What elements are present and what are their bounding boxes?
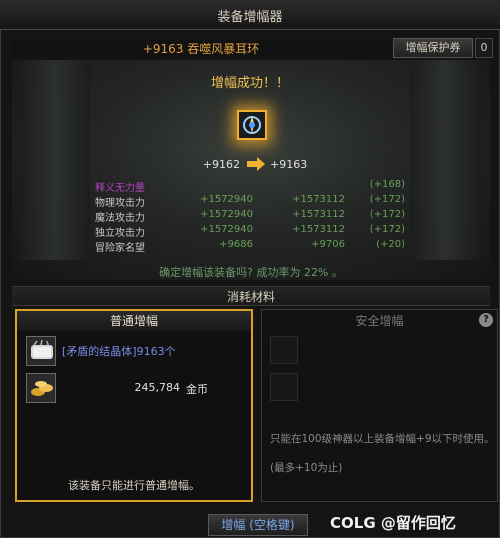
watermark: COLG @留作回忆 <box>330 514 456 532</box>
stat-new: +1573112 <box>292 194 345 205</box>
safe-upgrade-limit-note: (最多+10为止) <box>270 462 343 474</box>
empty-slot <box>270 336 298 364</box>
stat-row: 冒险家名望 +9686 +9706 (+20) <box>95 239 415 254</box>
crystal-icon <box>26 336 56 366</box>
stat-row: 释义无力量 (+168) <box>95 179 415 194</box>
protect-ticket-count: 0 <box>475 38 493 58</box>
protect-ticket-button[interactable]: 增幅保护券 <box>393 38 473 58</box>
arrow-right-icon <box>247 157 265 171</box>
stat-old: +1572940 <box>200 209 253 220</box>
item-name: +9163 吞噬风暴耳环 <box>142 42 260 56</box>
stat-diff: (+172) <box>369 194 405 205</box>
materials-title: 消耗材料 <box>226 290 275 304</box>
stat-row: 物理攻击力 +1572940 +1573112 (+172) <box>95 194 415 209</box>
stat-old: +9686 <box>219 239 253 250</box>
material-crystal-name: [矛盾的结晶体]9163个 <box>62 345 176 358</box>
stat-old: +1572940 <box>200 224 253 235</box>
stat-new: +1573112 <box>292 209 345 220</box>
stat-diff: (+172) <box>369 224 405 235</box>
level-new: +9163 <box>270 158 308 171</box>
stat-new: +9706 <box>311 239 345 250</box>
gold-unit: 金币 <box>186 383 208 396</box>
normal-upgrade-note: 该装备只能进行普通增幅。 <box>68 479 200 492</box>
stat-row: 独立攻击力 +1572940 +1573112 (+172) <box>95 224 415 239</box>
safe-upgrade-note: 只能在100级神器以上装备增幅+9以下时使用。 <box>270 433 495 445</box>
gold-amount: 245,784 <box>134 381 181 394</box>
stat-name: 释义无力量 <box>95 183 145 194</box>
help-icon[interactable]: ? <box>479 313 493 327</box>
stat-diff: (+172) <box>369 209 405 220</box>
window-title: 装备增幅器 <box>217 10 283 25</box>
earring-icon <box>237 110 267 140</box>
stat-diff: (+168) <box>369 179 405 190</box>
confirm-message: 确定增幅该装备吗? 成功率为 22% 。 <box>159 266 343 279</box>
safe-upgrade-title: 安全增幅 <box>355 314 404 328</box>
normal-upgrade-title: 普通增幅 <box>17 311 251 331</box>
stat-name: 冒险家名望 <box>95 243 145 254</box>
pillar-right <box>410 60 480 260</box>
stat-name: 魔法攻击力 <box>95 213 145 224</box>
upgrade-button[interactable]: 增幅 (空格键) <box>208 514 308 536</box>
pillar-left <box>20 60 90 260</box>
empty-slot <box>270 373 298 401</box>
stat-row: 魔法攻击力 +1572940 +1573112 (+172) <box>95 209 415 224</box>
gold-coins-icon <box>26 373 56 403</box>
success-message: 增幅成功！！ <box>210 76 289 91</box>
level-old: +9162 <box>202 158 240 171</box>
stat-name: 独立攻击力 <box>95 228 145 239</box>
stat-diff: (+20) <box>376 239 405 250</box>
stat-new: +1573112 <box>292 224 345 235</box>
stat-old: +1572940 <box>200 194 253 205</box>
stat-name: 物理攻击力 <box>95 198 145 209</box>
